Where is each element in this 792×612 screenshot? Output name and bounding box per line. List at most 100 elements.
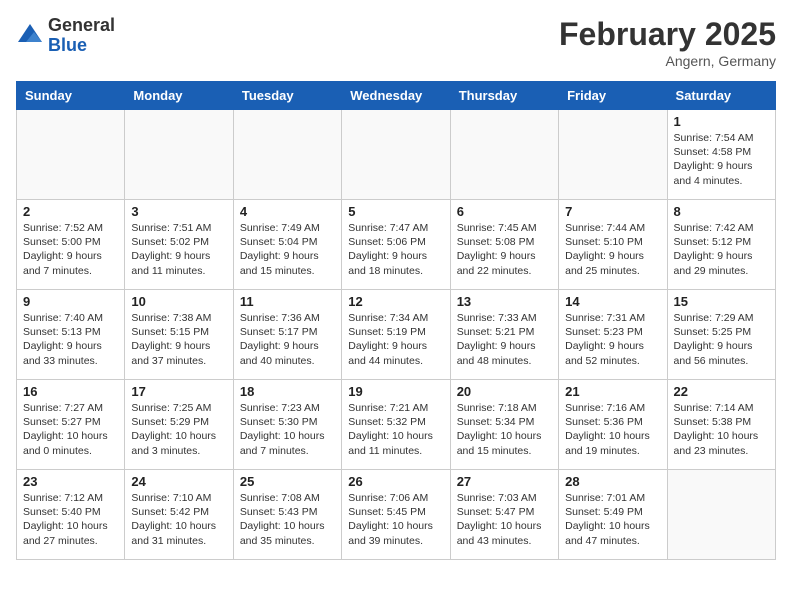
calendar-cell: 1Sunrise: 7:54 AM Sunset: 4:58 PM Daylig…: [667, 110, 775, 200]
calendar-week-3: 9 Sunrise: 7:40 AM Sunset: 5:13 PM Daylig…: [17, 290, 776, 380]
day-number: 5: [348, 204, 443, 219]
day-info: Sunrise: 7:16 AM Sunset: 5:36 PM Dayligh…: [565, 401, 660, 458]
calendar-cell: 12 Sunrise: 7:34 AM Sunset: 5:19 PM Dayli…: [342, 290, 450, 380]
calendar-cell: 28 Sunrise: 7:01 AM Sunset: 5:49 PM Dayli…: [559, 470, 667, 560]
day-number: 21: [565, 384, 660, 399]
calendar-cell: 26 Sunrise: 7:06 AM Sunset: 5:45 PM Dayli…: [342, 470, 450, 560]
header-thursday: Thursday: [450, 82, 558, 110]
day-info: Sunrise: 7:44 AM Sunset: 5:10 PM Dayligh…: [565, 221, 660, 278]
day-info: Sunrise: 7:14 AM Sunset: 5:38 PM Dayligh…: [674, 401, 769, 458]
calendar-cell: 24 Sunrise: 7:10 AM Sunset: 5:42 PM Dayli…: [125, 470, 233, 560]
calendar-cell: [667, 470, 775, 560]
calendar-week-1: 1Sunrise: 7:54 AM Sunset: 4:58 PM Daylig…: [17, 110, 776, 200]
header-sunday: Sunday: [17, 82, 125, 110]
day-info: Sunrise: 7:33 AM Sunset: 5:21 PM Dayligh…: [457, 311, 552, 368]
day-number: 6: [457, 204, 552, 219]
header-saturday: Saturday: [667, 82, 775, 110]
day-info: Sunrise: 7:36 AM Sunset: 5:17 PM Dayligh…: [240, 311, 335, 368]
day-info: Sunrise: 7:42 AM Sunset: 5:12 PM Dayligh…: [674, 221, 769, 278]
calendar-cell: 3 Sunrise: 7:51 AM Sunset: 5:02 PM Daylig…: [125, 200, 233, 290]
day-number: 14: [565, 294, 660, 309]
calendar-cell: 8 Sunrise: 7:42 AM Sunset: 5:12 PM Daylig…: [667, 200, 775, 290]
calendar-cell: 10 Sunrise: 7:38 AM Sunset: 5:15 PM Dayli…: [125, 290, 233, 380]
calendar-cell: 17 Sunrise: 7:25 AM Sunset: 5:29 PM Dayli…: [125, 380, 233, 470]
day-number: 17: [131, 384, 226, 399]
day-number: 26: [348, 474, 443, 489]
calendar-cell: 11 Sunrise: 7:36 AM Sunset: 5:17 PM Dayli…: [233, 290, 341, 380]
day-number: 13: [457, 294, 552, 309]
day-info: Sunrise: 7:38 AM Sunset: 5:15 PM Dayligh…: [131, 311, 226, 368]
calendar-cell: 7 Sunrise: 7:44 AM Sunset: 5:10 PM Daylig…: [559, 200, 667, 290]
calendar-cell: 18Sunrise: 7:23 AM Sunset: 5:30 PM Dayli…: [233, 380, 341, 470]
day-number: 15: [674, 294, 769, 309]
day-number: 16: [23, 384, 118, 399]
day-number: 18: [240, 384, 335, 399]
day-info: Sunrise: 7:52 AM Sunset: 5:00 PM Dayligh…: [23, 221, 118, 278]
day-number: 3: [131, 204, 226, 219]
day-info: Sunrise: 7:21 AM Sunset: 5:32 PM Dayligh…: [348, 401, 443, 458]
calendar-cell: [17, 110, 125, 200]
calendar-table: SundayMondayTuesdayWednesdayThursdayFrid…: [16, 81, 776, 560]
day-info: Sunrise: 7:29 AM Sunset: 5:25 PM Dayligh…: [674, 311, 769, 368]
logo-text: General Blue: [48, 16, 115, 56]
day-number: 2: [23, 204, 118, 219]
day-info: Sunrise: 7:06 AM Sunset: 5:45 PM Dayligh…: [348, 491, 443, 548]
logo: General Blue: [16, 16, 115, 56]
day-info: Sunrise: 7:25 AM Sunset: 5:29 PM Dayligh…: [131, 401, 226, 458]
day-info: Sunrise: 7:40 AM Sunset: 5:13 PM Dayligh…: [23, 311, 118, 368]
day-number: 24: [131, 474, 226, 489]
header-tuesday: Tuesday: [233, 82, 341, 110]
calendar-cell: 15 Sunrise: 7:29 AM Sunset: 5:25 PM Dayli…: [667, 290, 775, 380]
day-info: Sunrise: 7:12 AM Sunset: 5:40 PM Dayligh…: [23, 491, 118, 548]
calendar-cell: 22 Sunrise: 7:14 AM Sunset: 5:38 PM Dayli…: [667, 380, 775, 470]
calendar-cell: 5 Sunrise: 7:47 AM Sunset: 5:06 PM Daylig…: [342, 200, 450, 290]
calendar-cell: 4 Sunrise: 7:49 AM Sunset: 5:04 PM Daylig…: [233, 200, 341, 290]
title-block: February 2025 Angern, Germany: [559, 16, 776, 69]
day-info: Sunrise: 7:31 AM Sunset: 5:23 PM Dayligh…: [565, 311, 660, 368]
calendar-title: February 2025: [559, 16, 776, 53]
calendar-cell: [559, 110, 667, 200]
calendar-cell: 14 Sunrise: 7:31 AM Sunset: 5:23 PM Dayli…: [559, 290, 667, 380]
calendar-cell: 19Sunrise: 7:21 AM Sunset: 5:32 PM Dayli…: [342, 380, 450, 470]
day-number: 12: [348, 294, 443, 309]
calendar-subtitle: Angern, Germany: [559, 53, 776, 69]
calendar-cell: 27Sunrise: 7:03 AM Sunset: 5:47 PM Dayli…: [450, 470, 558, 560]
calendar-cell: [233, 110, 341, 200]
day-number: 20: [457, 384, 552, 399]
day-number: 9: [23, 294, 118, 309]
day-number: 4: [240, 204, 335, 219]
day-info: Sunrise: 7:03 AM Sunset: 5:47 PM Dayligh…: [457, 491, 552, 548]
day-number: 11: [240, 294, 335, 309]
day-info: Sunrise: 7:49 AM Sunset: 5:04 PM Dayligh…: [240, 221, 335, 278]
calendar-cell: 20 Sunrise: 7:18 AM Sunset: 5:34 PM Dayli…: [450, 380, 558, 470]
day-number: 25: [240, 474, 335, 489]
calendar-cell: 21 Sunrise: 7:16 AM Sunset: 5:36 PM Dayli…: [559, 380, 667, 470]
day-info: Sunrise: 7:54 AM Sunset: 4:58 PM Dayligh…: [674, 131, 769, 188]
header-friday: Friday: [559, 82, 667, 110]
day-number: 10: [131, 294, 226, 309]
day-info: Sunrise: 7:01 AM Sunset: 5:49 PM Dayligh…: [565, 491, 660, 548]
calendar-cell: 13 Sunrise: 7:33 AM Sunset: 5:21 PM Dayli…: [450, 290, 558, 380]
calendar-header-row: SundayMondayTuesdayWednesdayThursdayFrid…: [17, 82, 776, 110]
calendar-cell: 2 Sunrise: 7:52 AM Sunset: 5:00 PM Daylig…: [17, 200, 125, 290]
calendar-cell: [125, 110, 233, 200]
day-info: Sunrise: 7:47 AM Sunset: 5:06 PM Dayligh…: [348, 221, 443, 278]
day-info: Sunrise: 7:51 AM Sunset: 5:02 PM Dayligh…: [131, 221, 226, 278]
day-number: 22: [674, 384, 769, 399]
day-info: Sunrise: 7:34 AM Sunset: 5:19 PM Dayligh…: [348, 311, 443, 368]
calendar-cell: 16 Sunrise: 7:27 AM Sunset: 5:27 PM Dayli…: [17, 380, 125, 470]
logo-blue-text: Blue: [48, 36, 115, 56]
day-info: Sunrise: 7:08 AM Sunset: 5:43 PM Dayligh…: [240, 491, 335, 548]
day-number: 8: [674, 204, 769, 219]
day-info: Sunrise: 7:27 AM Sunset: 5:27 PM Dayligh…: [23, 401, 118, 458]
calendar-week-2: 2 Sunrise: 7:52 AM Sunset: 5:00 PM Daylig…: [17, 200, 776, 290]
calendar-cell: [450, 110, 558, 200]
day-info: Sunrise: 7:18 AM Sunset: 5:34 PM Dayligh…: [457, 401, 552, 458]
calendar-cell: 23Sunrise: 7:12 AM Sunset: 5:40 PM Dayli…: [17, 470, 125, 560]
day-number: 28: [565, 474, 660, 489]
header-wednesday: Wednesday: [342, 82, 450, 110]
day-number: 7: [565, 204, 660, 219]
calendar-cell: 9 Sunrise: 7:40 AM Sunset: 5:13 PM Daylig…: [17, 290, 125, 380]
calendar-cell: [342, 110, 450, 200]
day-info: Sunrise: 7:10 AM Sunset: 5:42 PM Dayligh…: [131, 491, 226, 548]
